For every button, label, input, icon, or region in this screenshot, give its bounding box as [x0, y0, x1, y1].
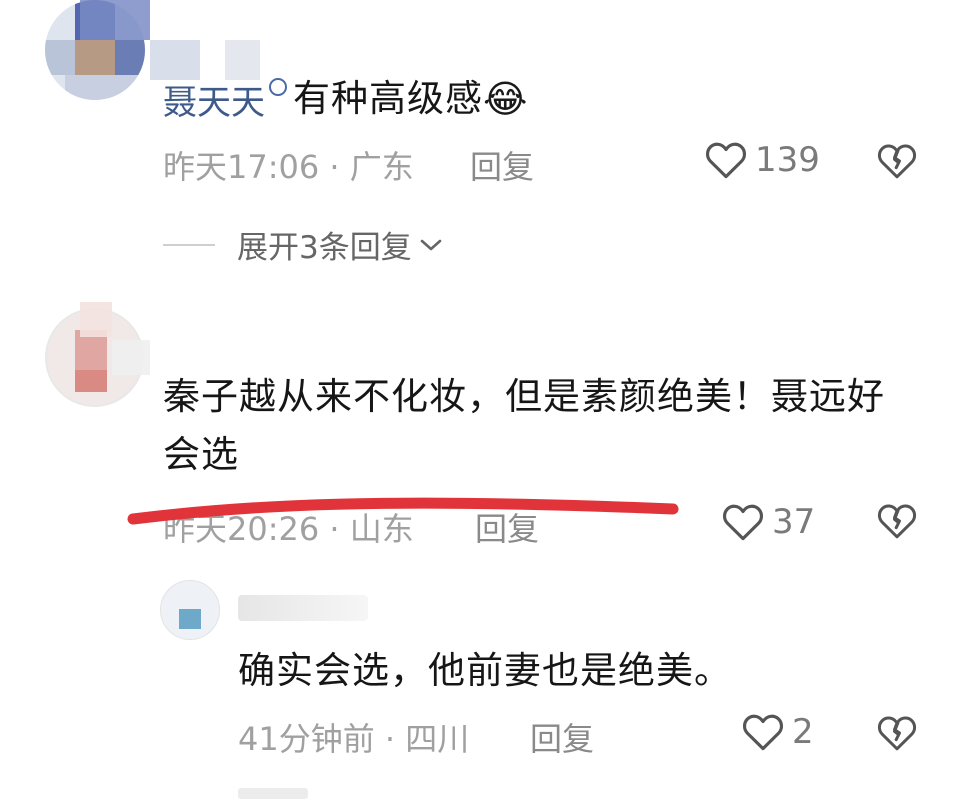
- comment-text: 有种高级感: [293, 77, 483, 120]
- divider-line: [163, 243, 215, 246]
- broken-heart-icon: [877, 716, 917, 751]
- reply-button[interactable]: 回复: [470, 142, 534, 188]
- heart-icon: [705, 142, 747, 179]
- expand-replies-label: 展开3条回复: [237, 230, 412, 266]
- broken-heart-icon: [877, 504, 917, 539]
- avatar-mosaic-overlay: [112, 340, 150, 375]
- avatar-mosaic-overlay: [80, 0, 150, 40]
- like-button[interactable]: 2: [742, 712, 814, 752]
- like-count: 139: [755, 140, 820, 180]
- heart-icon: [742, 714, 784, 751]
- username[interactable]: 聂天天: [163, 75, 265, 124]
- broken-heart-icon: [877, 144, 917, 179]
- avatar-mosaic-overlay: [80, 302, 112, 337]
- comment-text: 确实会选，他前妻也是绝美。: [238, 649, 732, 692]
- comment-time-location: 41分钟前 · 四川: [238, 720, 470, 758]
- dislike-button[interactable]: [877, 142, 917, 184]
- like-count: 37: [772, 502, 816, 542]
- dislike-button[interactable]: [877, 714, 917, 756]
- like-count: 2: [792, 712, 814, 752]
- dislike-button[interactable]: [877, 502, 917, 544]
- like-button[interactable]: 139: [705, 140, 820, 180]
- red-underline-annotation: [127, 497, 679, 525]
- next-item-partial: [238, 788, 308, 799]
- comment-1: 聂天天 有种高级感 😂 昨天17:06 · 广东 回复 139 展开3条回复: [0, 0, 960, 290]
- chevron-down-icon: [420, 239, 442, 250]
- like-button[interactable]: 37: [722, 502, 815, 542]
- laughing-emoji-icon: 😂: [483, 77, 528, 121]
- heart-icon: [722, 504, 764, 541]
- reply-button[interactable]: 回复: [530, 714, 594, 760]
- comment-time-location: 昨天17:06 · 广东: [163, 148, 414, 186]
- avatar[interactable]: [160, 580, 220, 640]
- comment-text: 秦子越从来不化妆，但是素颜绝美！聂远好会选: [163, 375, 885, 476]
- username-blurred: [238, 595, 368, 621]
- comment-2: 秦子越从来不化妆，但是素颜绝美！聂远好会选 昨天20:26 · 山东 回复 37: [0, 290, 960, 560]
- search-icon: [269, 78, 287, 96]
- reply-comment: 确实会选，他前妻也是绝美。 41分钟前 · 四川 回复 2: [0, 560, 960, 799]
- expand-replies[interactable]: 展开3条回复: [163, 222, 444, 267]
